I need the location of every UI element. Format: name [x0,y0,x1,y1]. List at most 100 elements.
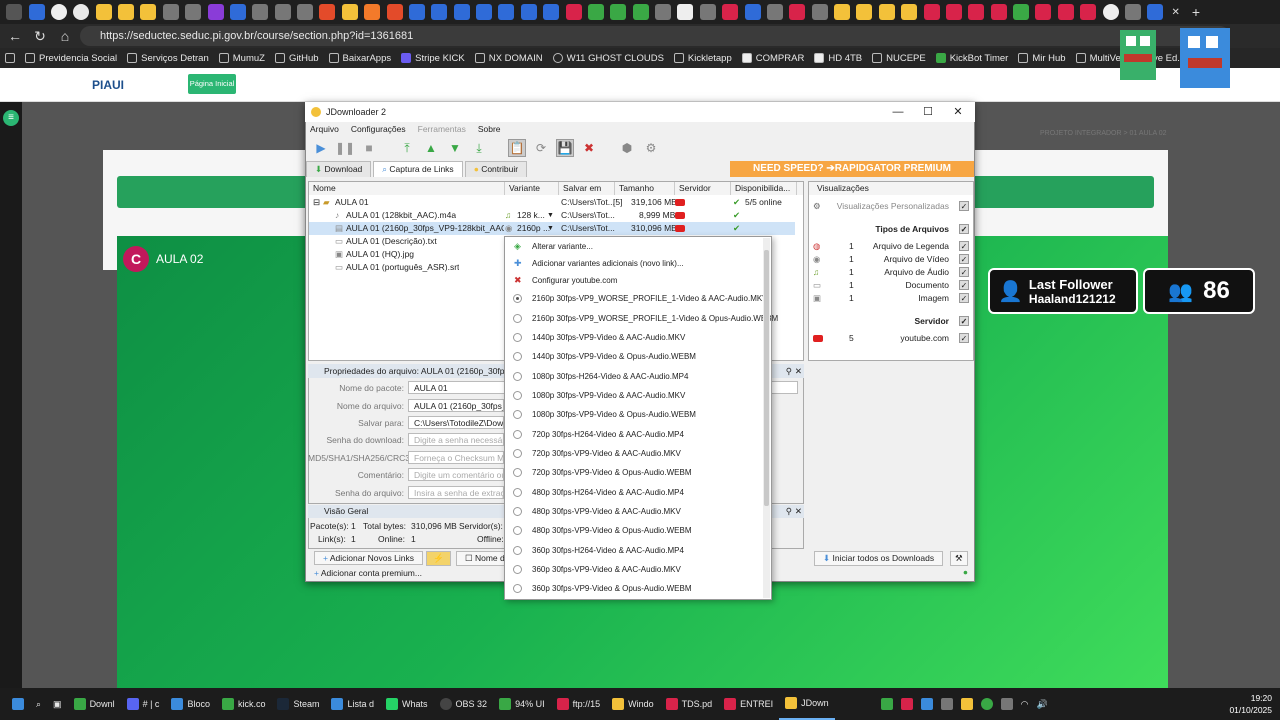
tab-contribuir[interactable]: ● Contribuir [464,161,528,177]
add-premium-link[interactable]: + Adicionar conta premium... [314,568,422,578]
bookmark-item[interactable]: MultiVersus Save Ed... [1071,53,1191,64]
tab-icon[interactable] [476,4,493,20]
task-view-icon[interactable]: ▣ [47,688,68,720]
type-row[interactable]: ◉ 1 Arquivo de Vídeo ✓ [809,253,973,266]
move-bottom-icon[interactable]: ⤓ [470,139,488,157]
tab-icon[interactable] [990,4,1007,20]
menu-configuracoes[interactable]: Configurações [351,124,406,134]
bookmark-folder-icon[interactable] [0,53,20,63]
tab-icon[interactable] [1057,4,1074,20]
minimize-button[interactable]: — [883,102,913,122]
tab-icon[interactable] [453,4,470,20]
home-button[interactable]: Página Inicial [188,74,236,94]
tab-icon[interactable] [856,4,873,20]
start-icon[interactable] [6,688,30,720]
tab-icon[interactable] [274,4,291,20]
bookmark-item[interactable]: W11 GHOST CLOUDS [548,53,669,64]
tab-icon[interactable] [543,4,560,20]
site-logo[interactable]: PIAUI [22,74,162,98]
radio[interactable] [513,429,522,439]
tab-icon[interactable] [185,4,202,20]
tab-icon[interactable] [252,4,269,20]
tab-icon[interactable] [386,4,403,20]
variant-option[interactable]: 1080p 30fps-VP9-Video & Opus-Audio.WEBM [505,406,761,423]
col-header[interactable]: Disponibilida... [731,182,797,195]
update-icon[interactable]: ⬢ [618,139,636,157]
radio[interactable] [513,584,522,593]
tray-icon[interactable] [980,698,993,710]
close-button[interactable]: ✕ [943,102,973,122]
variant-option[interactable]: 360p 30fps-VP9-Video & AAC-Audio.MKV [505,561,761,578]
pause-icon[interactable]: ❚❚ [335,139,355,157]
type-row[interactable]: ◍ 1 Arquivo de Legenda ✓ [809,240,973,253]
variant-option[interactable]: 360p 30fps-H264-Video & AAC-Audio.MP4 [505,542,761,559]
custom-views-checkbox[interactable]: ✓ [959,201,969,211]
variant-option[interactable]: 720p 30fps-H264-Video & AAC-Audio.MP4 [505,426,761,443]
tab-icon[interactable] [655,4,672,20]
archive-password-field[interactable]: Insira a senha de extraçã [408,486,504,499]
tray-icon[interactable]: ● [963,567,968,577]
tab-icon[interactable] [901,4,918,20]
bookmark-item[interactable]: Kickletapp [669,53,737,64]
reconnect-icon[interactable]: ⟳ [532,139,550,157]
tab-icon[interactable] [610,4,627,20]
server-row[interactable]: 5 youtube.com ✓ [809,332,973,345]
type-checkbox[interactable]: ✓ [959,241,969,251]
radio[interactable] [513,565,522,574]
menu-ferramentas[interactable]: Ferramentas [418,124,466,134]
tab-icon[interactable] [878,4,895,20]
col-header[interactable]: Variante [505,182,559,195]
system-clock[interactable]: 19:20 01/10/2025 [1229,692,1272,716]
tab-icon[interactable] [677,4,694,20]
bookmark-item[interactable]: Serviços Detran [122,53,214,64]
comment-field[interactable]: Digite um comentário ou [408,468,504,481]
bookmark-item[interactable]: Mir Hub [1013,53,1070,64]
back-icon[interactable]: ← [5,26,25,46]
settings-icon[interactable]: ⚙ [642,139,660,157]
tab-icon[interactable] [408,4,425,20]
bookmark-item[interactable]: Stripe KICK [396,53,470,64]
tab-icon[interactable] [565,4,582,20]
radio[interactable] [513,391,522,400]
variant-option[interactable]: 480p 30fps-VP9-Video & Opus-Audio.WEBM [505,522,761,539]
bookmark-item[interactable]: HD 4TB [809,53,867,64]
menu-item-add-variants[interactable]: ✚ Adicionar variantes adicionais (novo li… [505,255,761,272]
radio[interactable] [513,410,522,419]
tab-icon[interactable] [1035,4,1052,20]
tab-icon[interactable] [1013,4,1030,20]
custom-views-row[interactable]: ⚙ Visualizações Personalizadas ✓ [809,200,973,213]
radio[interactable] [513,526,522,535]
bookmark-item[interactable]: MumuZ [214,53,270,64]
tab-icon[interactable] [207,4,224,20]
variant-option[interactable]: 480p 30fps-H264-Video & AAC-Audio.MP4 [505,484,761,501]
col-header[interactable]: Tamanho [615,182,675,195]
clear-icon[interactable]: ✖ [580,139,598,157]
tab-icon[interactable] [1080,4,1097,20]
tab-icon[interactable] [945,4,962,20]
variant-option[interactable]: 360p 30fps-VP9-Video & Opus-Audio.WEBM [505,580,761,597]
menu-item-configure-youtube[interactable]: ✖ Configurar youtube.com [505,272,761,289]
tab-active[interactable] [73,4,90,20]
tab-icon[interactable] [789,4,806,20]
close-icon[interactable]: ✕ [795,364,802,378]
new-tab-icon[interactable]: + [1192,4,1200,20]
tab-icon[interactable] [699,4,716,20]
tab-captura-de-links[interactable]: ⌕ Captura de Links [373,161,463,177]
tab-icon[interactable] [811,4,828,20]
clipboard-icon[interactable]: 📋 [508,139,526,157]
tray-icon[interactable] [940,698,953,710]
pin-icon[interactable]: ⚲ [786,505,792,518]
tab-icon[interactable] [319,4,336,20]
checksum-field[interactable]: Forneça o Checksum MD5 [408,451,504,464]
tray-icon[interactable] [920,698,933,710]
variant-option[interactable]: 1440p 30fps-VP9-Video & Opus-Audio.WEBM [505,348,761,365]
bookmark-item[interactable]: Previdencia Social [20,53,122,64]
auto-confirm-icon[interactable]: ⚡ [426,551,451,566]
taskbar-app[interactable]: ENTREI [718,688,779,720]
type-checkbox[interactable]: ✓ [959,254,969,264]
premium-icon[interactable]: 💾 [556,139,574,157]
type-checkbox[interactable]: ✓ [959,280,969,290]
wifi-icon[interactable]: ◠ [1021,699,1029,710]
tab-icon[interactable] [587,4,604,20]
rapidgator-banner[interactable]: NEED SPEED? ➔RAPIDGATOR PREMIUM [730,161,974,177]
